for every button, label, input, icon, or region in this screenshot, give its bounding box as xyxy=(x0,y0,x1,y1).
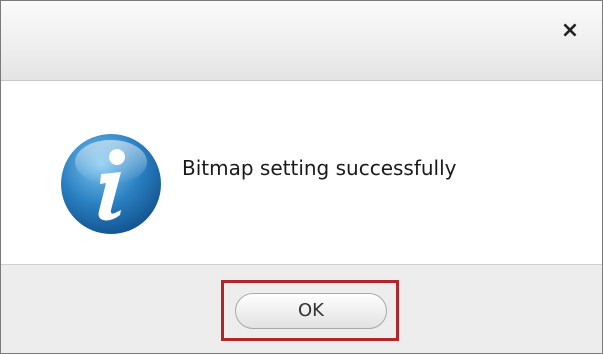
ok-button-highlight: OK xyxy=(221,280,399,341)
dialog-footer: OK xyxy=(1,264,602,353)
dialog-titlebar: × xyxy=(1,1,602,81)
info-icon xyxy=(61,134,161,234)
ok-button[interactable]: OK xyxy=(235,293,387,329)
message-dialog: × Bitmap setting successfully OK xyxy=(0,0,603,354)
dialog-message: Bitmap setting successfully xyxy=(182,156,457,180)
close-icon[interactable]: × xyxy=(558,19,582,43)
dialog-content: Bitmap setting successfully xyxy=(1,81,602,264)
